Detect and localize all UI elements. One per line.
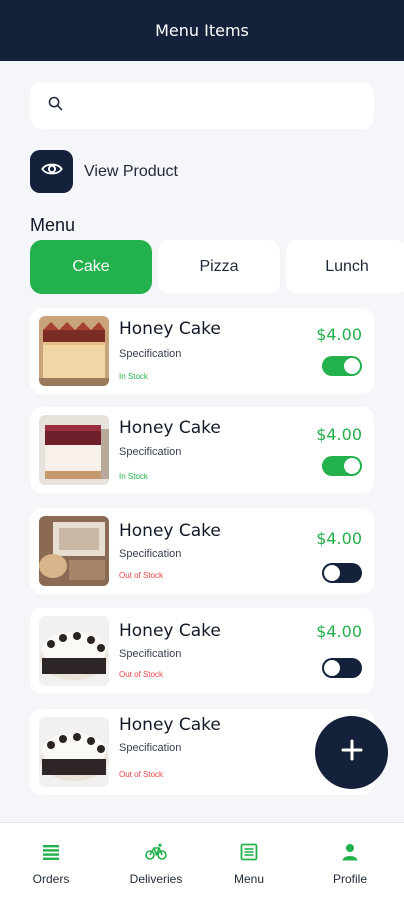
nav-deliveries[interactable]: Deliveries — [111, 843, 201, 886]
item-name: Honey Cake — [119, 521, 221, 541]
stock-status: Out of Stock — [119, 770, 164, 779]
search-bar[interactable] — [30, 82, 374, 129]
nav-label: Menu — [233, 872, 265, 886]
tab-label: Cake — [72, 258, 110, 275]
search-icon — [47, 95, 64, 117]
stock-status: In Stock — [119, 472, 148, 481]
person-icon — [341, 843, 359, 866]
item-spec: Specification — [119, 648, 182, 660]
add-item-button[interactable] — [315, 716, 388, 789]
toggle-knob — [344, 458, 360, 474]
item-spec: Specification — [119, 348, 182, 360]
product-image — [39, 415, 109, 485]
tab-label: Lunch — [325, 258, 369, 275]
product-image — [39, 516, 109, 586]
plus-icon — [341, 739, 363, 766]
tab-cake[interactable]: Cake — [30, 240, 152, 294]
item-spec: Specification — [119, 446, 182, 458]
item-price: $4.00 — [316, 425, 362, 444]
menu-item-card[interactable]: Honey Cake Specification In Stock $4.00 — [30, 308, 374, 394]
availability-toggle[interactable] — [322, 658, 362, 678]
product-image — [39, 616, 109, 686]
menu-heading: Menu — [30, 215, 76, 235]
list-icon — [42, 843, 60, 866]
stock-status: Out of Stock — [119, 571, 164, 580]
item-spec: Specification — [119, 548, 182, 560]
availability-toggle[interactable] — [322, 563, 362, 583]
availability-toggle[interactable] — [322, 456, 362, 476]
nav-profile[interactable]: Profile — [305, 843, 395, 886]
category-tabs: Cake Pizza Lunch — [30, 240, 404, 295]
nav-label: Deliveries — [129, 872, 183, 886]
item-name: Honey Cake — [119, 418, 221, 438]
page-title: Menu Items — [155, 21, 249, 40]
tab-pizza[interactable]: Pizza — [158, 240, 280, 294]
menu-item-card[interactable]: Honey Cake Specification Out of Stock $4… — [30, 608, 374, 694]
tab-label: Pizza — [199, 258, 239, 275]
item-spec: Specification — [119, 742, 182, 754]
bicycle-icon — [145, 843, 167, 866]
nav-orders[interactable]: Orders — [6, 843, 96, 886]
item-name: Honey Cake — [119, 715, 221, 735]
product-image — [39, 717, 109, 787]
item-price: $4.00 — [316, 529, 362, 548]
item-price: $4.00 — [316, 325, 362, 344]
menu-book-icon — [240, 843, 258, 866]
product-image — [39, 316, 109, 386]
item-name: Honey Cake — [119, 621, 221, 641]
toggle-knob — [344, 358, 360, 374]
nav-label: Orders — [32, 872, 70, 886]
menu-item-card[interactable]: Honey Cake Specification In Stock $4.00 — [30, 407, 374, 493]
view-product-tile[interactable] — [30, 150, 73, 193]
bottom-nav: Orders Deliveries Menu Profile — [0, 822, 404, 900]
nav-label: Profile — [332, 872, 367, 886]
toggle-knob — [324, 565, 340, 581]
eye-icon — [40, 158, 63, 185]
stock-status: In Stock — [119, 372, 148, 381]
toggle-knob — [324, 660, 340, 676]
view-product-button[interactable]: View Product — [30, 150, 178, 193]
tab-lunch[interactable]: Lunch — [286, 240, 404, 294]
item-price: $4.00 — [316, 622, 362, 641]
availability-toggle[interactable] — [322, 356, 362, 376]
view-product-label: View Product — [84, 162, 178, 180]
item-name: Honey Cake — [119, 319, 221, 339]
nav-menu[interactable]: Menu — [204, 843, 294, 886]
stock-status: Out of Stock — [119, 670, 164, 679]
app-header: Menu Items — [0, 0, 404, 61]
menu-item-card[interactable]: Honey Cake Specification Out of Stock $4… — [30, 508, 374, 594]
search-input[interactable] — [74, 97, 374, 114]
